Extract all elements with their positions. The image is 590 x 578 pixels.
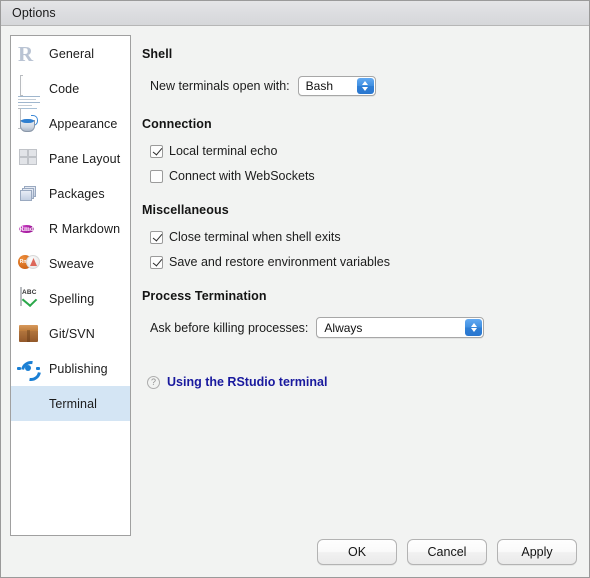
checkbox-label: Connect with WebSockets	[169, 169, 315, 183]
shell-type-dropdown[interactable]: Bash	[297, 76, 376, 96]
sidebar-item-r-markdown[interactable]: Rmd R Markdown	[11, 211, 130, 246]
sidebar-item-label: General	[49, 46, 95, 61]
shell-type-value: Bash	[305, 79, 334, 93]
checkbox-close-terminal-when-shell-exits[interactable]: Close terminal when shell exits	[150, 230, 582, 244]
sidebar-item-pane-layout[interactable]: Pane Layout	[11, 141, 130, 176]
ask-before-killing-dropdown[interactable]: Always	[316, 317, 485, 338]
terminal-options-panel: Shell New terminals open with: Bash Conn…	[142, 35, 582, 389]
sidebar-item-label: Git/SVN	[49, 326, 95, 341]
ask-before-killing-label: Ask before killing processes:	[150, 320, 309, 335]
abc-check-icon: ABC	[18, 286, 40, 310]
checkbox-local-terminal-echo[interactable]: Local terminal echo	[150, 144, 582, 158]
sidebar-item-label: Spelling	[49, 291, 95, 306]
sidebar-item-sweave[interactable]: Rnw Sweave	[11, 246, 130, 281]
section-header-connection: Connection	[142, 117, 212, 131]
options-dialog: Options R General Code Appearance Pane L…	[0, 0, 590, 578]
section-header-miscellaneous: Miscellaneous	[142, 203, 229, 217]
sidebar-item-label: Packages	[49, 186, 105, 201]
sidebar-item-code[interactable]: Code	[11, 71, 130, 129]
sweave-pdf-icon: Rnw	[18, 253, 40, 275]
sidebar-item-terminal[interactable]: Terminal	[11, 386, 130, 421]
ask-before-killing-value: Always	[324, 320, 363, 335]
checkbox-label: Close terminal when shell exits	[169, 230, 341, 244]
sidebar-item-label: Sweave	[49, 256, 95, 271]
help-link-label[interactable]: Using the RStudio terminal	[167, 375, 327, 389]
question-mark-icon[interactable]: ?	[147, 375, 160, 389]
sidebar-item-packages[interactable]: Packages	[11, 176, 130, 211]
document-icon	[18, 74, 40, 129]
sidebar-item-publishing[interactable]: Publishing	[11, 351, 130, 386]
publish-ring-icon	[17, 356, 45, 385]
boxes-icon	[18, 183, 40, 205]
terminal-icon	[18, 393, 40, 415]
section-header-process-termination: Process Termination	[142, 289, 267, 303]
checkbox-box[interactable]	[150, 230, 163, 244]
new-terminals-label: New terminals open with:	[150, 79, 290, 93]
dialog-button-bar: OK Cancel Apply	[317, 539, 577, 565]
rmd-circle-icon: Rmd	[19, 224, 34, 233]
sidebar-item-label: R Markdown	[49, 221, 121, 236]
sidebar-item-git-svn[interactable]: Git/SVN	[11, 316, 130, 351]
checkbox-label: Save and restore environment variables	[169, 255, 390, 269]
checkbox-box[interactable]	[150, 169, 163, 183]
sidebar-item-general[interactable]: R General	[11, 36, 130, 71]
r-logo-icon: R	[18, 41, 34, 66]
sidebar-item-label: Publishing	[49, 361, 108, 376]
checkbox-connect-with-websockets[interactable]: Connect with WebSockets	[150, 169, 582, 183]
sidebar-item-spelling[interactable]: ABC Spelling	[11, 281, 130, 316]
checkbox-box[interactable]	[150, 144, 163, 158]
grid-panes-icon	[18, 148, 40, 170]
paint-bucket-icon	[18, 113, 40, 135]
sidebar-item-label: Appearance	[49, 116, 118, 131]
chevron-updown-icon[interactable]	[465, 319, 483, 336]
cancel-button[interactable]: Cancel	[407, 539, 487, 565]
chevron-updown-icon[interactable]	[356, 78, 374, 94]
checkbox-box[interactable]	[150, 255, 163, 269]
options-category-list[interactable]: R General Code Appearance Pane Layout Pa…	[10, 35, 131, 536]
section-header-shell: Shell	[142, 47, 173, 61]
checkbox-label: Local terminal echo	[169, 144, 278, 158]
sidebar-item-label: Code	[49, 81, 80, 96]
dialog-title: Options	[12, 6, 56, 20]
dialog-title-bar: Options	[1, 1, 589, 26]
shell-selector-row: New terminals open with: Bash	[142, 76, 582, 96]
checkbox-save-and-restore-environment-variables[interactable]: Save and restore environment variables	[150, 255, 582, 269]
help-link[interactable]: ? Using the RStudio terminal	[147, 375, 582, 389]
package-box-icon	[18, 323, 40, 345]
ok-button[interactable]: OK	[317, 539, 397, 565]
sidebar-item-label: Pane Layout	[49, 151, 121, 166]
sidebar-item-appearance[interactable]: Appearance	[11, 106, 130, 141]
sidebar-item-label: Terminal	[49, 396, 98, 411]
apply-button[interactable]: Apply	[497, 539, 577, 565]
process-termination-row: Ask before killing processes: Always	[142, 317, 582, 338]
